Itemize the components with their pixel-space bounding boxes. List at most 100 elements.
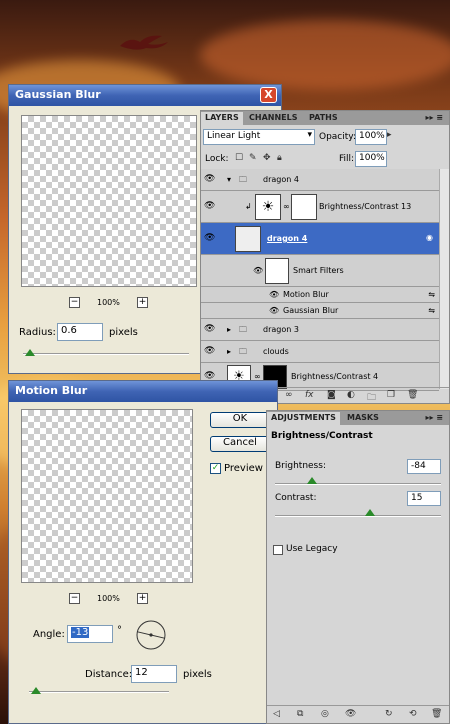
close-button[interactable]: X <box>260 87 277 103</box>
layer-brightness-contrast-13[interactable]: 👁︎ ↲ ☀ ∞ Brightness/Contrast 13 <box>201 191 439 223</box>
mask-icon[interactable]: ◙ <box>327 390 336 400</box>
layer-group-dragon-4[interactable]: 👁︎ ▾ 🗀 dragon 4 <box>201 169 439 191</box>
blend-mode-select[interactable]: Linear Light ▾ <box>203 129 315 145</box>
dragon-silhouette <box>120 35 168 50</box>
brightness-label: Brightness: <box>275 461 326 471</box>
filter-motion-blur[interactable]: 👁︎ Motion Blur ⇋ <box>201 287 439 303</box>
eye-icon[interactable]: 👁︎ <box>253 266 263 275</box>
adjustments-panel: ADJUSTMENTS MASKS ▸▸ ≡ Brightness/Contra… <box>266 410 450 724</box>
radius-slider-thumb[interactable] <box>25 349 35 356</box>
smart-filters-row[interactable]: 👁︎ Smart Filters <box>201 255 439 287</box>
trash-icon[interactable]: 🗑︎ <box>431 709 442 719</box>
angle-input[interactable]: -13 <box>67 625 113 643</box>
blending-options-icon[interactable]: ⇋ <box>428 306 435 315</box>
tab-adjustments[interactable]: ADJUSTMENTS <box>267 412 340 425</box>
smart-filter-badge-icon: ◉ <box>426 233 433 242</box>
layers-tabs: LAYERS CHANNELS PATHS ▸▸ ≡ <box>201 111 449 125</box>
opacity-arrow-icon[interactable]: ▸ <box>387 130 392 140</box>
adjustment-icon[interactable]: ◐ <box>347 390 355 400</box>
contrast-input[interactable]: 15 <box>407 491 441 506</box>
eye-icon[interactable]: 👁︎ <box>204 202 217 211</box>
brightness-input[interactable]: -84 <box>407 459 441 474</box>
layer-group-clouds[interactable]: 👁︎ ▸ 🗀 clouds <box>201 341 439 363</box>
panel-menu-icon[interactable]: ▸▸ ≡ <box>421 112 447 125</box>
eye-icon[interactable]: 👁︎ <box>204 175 217 184</box>
angle-dial[interactable] <box>135 619 167 651</box>
fx-icon[interactable]: fx <box>305 390 314 400</box>
lock-transparency-icon[interactable]: ☐ <box>235 153 243 163</box>
folder-icon: 🗀 <box>239 347 247 356</box>
lock-paint-icon[interactable]: ✎ <box>249 153 257 163</box>
distance-input[interactable]: 12 <box>131 665 177 683</box>
layer-name: dragon 4 <box>263 175 299 184</box>
expand-arrow-icon[interactable]: ▸ <box>227 325 231 334</box>
trash-icon[interactable]: 🗑︎ <box>407 390 418 400</box>
layer-name: dragon 4 <box>267 234 308 243</box>
use-legacy-label: Use Legacy <box>286 544 338 554</box>
filter-mask-thumbnail <box>265 258 289 284</box>
folder-icon: 🗀 <box>239 175 247 184</box>
zoom-in-button[interactable]: + <box>137 297 148 308</box>
angle-label: Angle: <box>33 629 65 640</box>
layers-panel: LAYERS CHANNELS PATHS ▸▸ ≡ Linear Light … <box>200 110 450 404</box>
brightness-slider-thumb[interactable] <box>307 477 317 484</box>
radius-slider-track[interactable] <box>23 353 189 355</box>
link-icon[interactable]: ∞ <box>285 390 293 400</box>
visibility-icon[interactable]: 👁︎ <box>345 709 356 719</box>
contrast-slider-thumb[interactable] <box>365 509 375 516</box>
fill-input[interactable]: 100% <box>355 151 387 167</box>
adjustments-footer: ◁ ⧉ ◎ 👁︎ ↻ ⟲ 🗑︎ <box>267 705 449 723</box>
use-legacy-checkbox[interactable] <box>273 545 283 555</box>
eye-icon[interactable]: 👁︎ <box>204 347 217 356</box>
eye-icon[interactable]: 👁︎ <box>269 306 279 315</box>
contrast-slider-track[interactable] <box>275 515 441 517</box>
radius-unit: pixels <box>109 327 138 338</box>
distance-label: Distance: <box>85 669 133 680</box>
layers-scrollbar[interactable] <box>439 169 449 389</box>
eye-icon[interactable]: 👁︎ <box>269 290 279 299</box>
tab-layers[interactable]: LAYERS <box>201 112 243 125</box>
panel-menu-icon[interactable]: ▸▸ ≡ <box>421 412 447 425</box>
zoom-in-button[interactable]: + <box>137 593 148 604</box>
tab-masks[interactable]: MASKS <box>343 412 383 425</box>
distance-slider-thumb[interactable] <box>31 687 41 694</box>
opacity-label: Opacity: <box>319 132 356 142</box>
eye-icon[interactable]: 👁︎ <box>204 325 217 334</box>
folder-icon[interactable]: 🗀 <box>367 390 376 406</box>
ok-button[interactable]: OK <box>210 412 270 428</box>
eye-icon[interactable]: 👁︎ <box>204 234 217 243</box>
blending-options-icon[interactable]: ⇋ <box>428 290 435 299</box>
gaussian-blur-titlebar: Gaussian Blur X <box>9 85 281 106</box>
expand-arrow-icon[interactable]: ▸ <box>227 347 231 356</box>
lock-all-icon[interactable]: 🔒︎ <box>277 153 282 163</box>
radius-input[interactable]: 0.6 <box>57 323 103 341</box>
angle-unit: ° <box>117 625 122 636</box>
tab-channels[interactable]: CHANNELS <box>245 112 301 125</box>
distance-slider-track[interactable] <box>29 691 169 693</box>
expand-arrow-icon[interactable]: ▾ <box>227 175 231 184</box>
filter-gaussian-blur[interactable]: 👁︎ Gaussian Blur ⇋ <box>201 303 439 319</box>
zoom-out-button[interactable]: − <box>69 593 80 604</box>
opacity-input[interactable]: 100% <box>355 129 387 145</box>
zoom-out-button[interactable]: − <box>69 297 80 308</box>
layer-group-dragon-3[interactable]: 👁︎ ▸ 🗀 dragon 3 <box>201 319 439 341</box>
cancel-button[interactable]: Cancel <box>210 436 270 452</box>
preview-checkbox[interactable]: ✓ <box>210 463 221 474</box>
expand-view-icon[interactable]: ⧉ <box>297 709 303 719</box>
new-layer-icon[interactable]: ❐ <box>387 390 395 400</box>
adjustment-thumbnail: ☀ <box>255 194 281 220</box>
tab-paths[interactable]: PATHS <box>305 112 342 125</box>
back-arrow-icon[interactable]: ◁ <box>273 709 280 719</box>
chevron-down-icon: ▾ <box>307 130 312 140</box>
lock-move-icon[interactable]: ✥ <box>263 153 271 163</box>
fill-label: Fill: <box>339 154 355 164</box>
layer-dragon-4-selected[interactable]: 👁︎ dragon 4 ◉ <box>201 223 439 255</box>
view-previous-icon[interactable]: ↻ <box>385 709 393 719</box>
reset-icon[interactable]: ⟲ <box>409 709 417 719</box>
brightness-slider-track[interactable] <box>275 483 441 485</box>
motion-preview-canvas[interactable] <box>21 409 193 583</box>
gaussian-preview-canvas[interactable] <box>21 115 197 287</box>
clip-to-layer-icon[interactable]: ◎ <box>321 709 329 719</box>
layer-name: Brightness/Contrast 13 <box>319 202 412 211</box>
layers-list: 👁︎ ▾ 🗀 dragon 4 👁︎ ↲ ☀ ∞ Brightness/Cont… <box>201 169 449 391</box>
